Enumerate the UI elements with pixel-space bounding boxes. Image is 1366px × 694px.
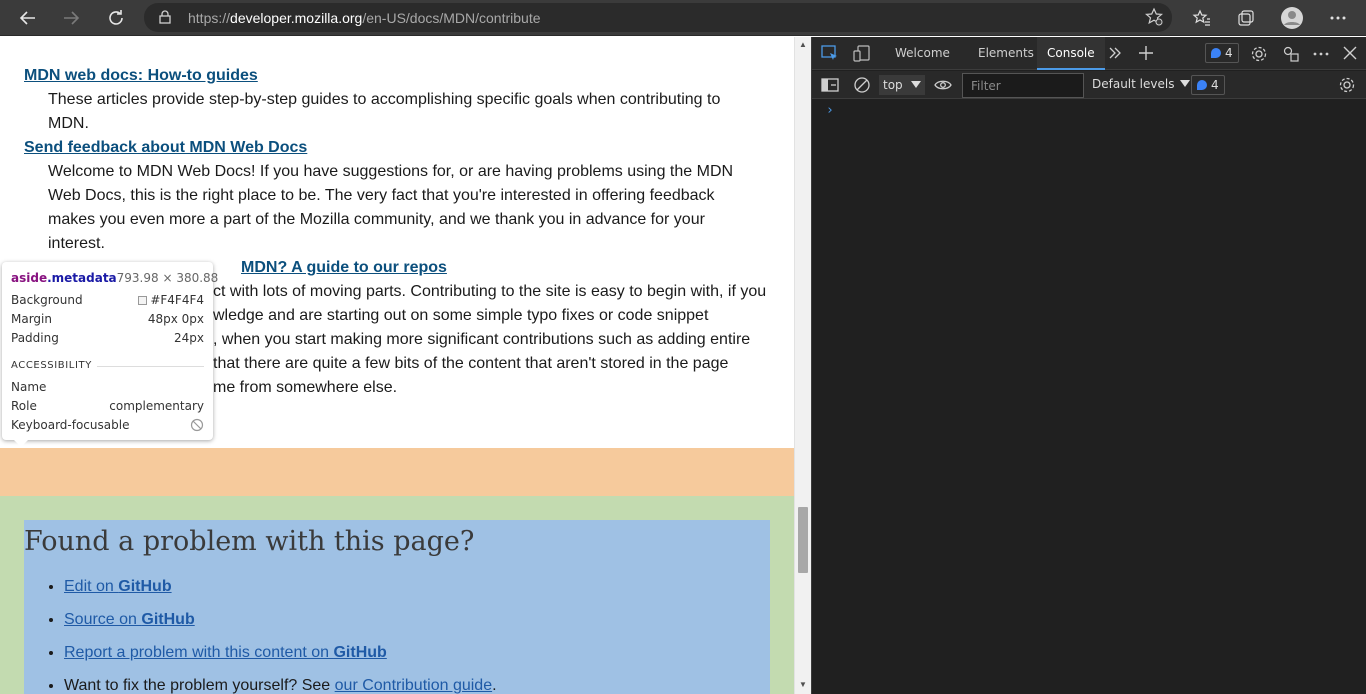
url-text: https://developer.mozilla.org/en-US/docs… <box>188 10 541 26</box>
contribution-guide-link[interactable]: our Contribution guide <box>335 677 492 694</box>
scroll-down-icon[interactable]: ▼ <box>799 680 807 689</box>
messages-badge[interactable]: 4 <box>1191 75 1225 95</box>
lock-icon <box>159 10 171 29</box>
report-problem-link[interactable]: Report a problem with this content on Gi… <box>64 644 387 661</box>
settings-gear-icon[interactable] <box>1250 45 1268 63</box>
page-scrollbar[interactable]: ▲ ▼ <box>794 37 811 694</box>
entry-desc: ct with lots of moving parts. Contributi… <box>213 283 767 396</box>
favorites-button[interactable] <box>1190 6 1214 30</box>
inspect-element-icon[interactable] <box>821 45 839 63</box>
refresh-button[interactable] <box>104 6 128 30</box>
back-button[interactable] <box>16 6 40 30</box>
address-bar[interactable]: https://developer.mozilla.org/en-US/docs… <box>144 3 1172 32</box>
collections-icon <box>1238 10 1254 26</box>
doc-entry: MDN web docs: How-to guides These articl… <box>24 67 754 136</box>
log-levels-dropdown[interactable]: Default levels <box>1092 77 1191 91</box>
margin-highlight <box>0 448 794 496</box>
console-settings-gear-icon[interactable] <box>1338 76 1356 94</box>
forward-button[interactable] <box>59 6 83 30</box>
accessibility-heading: ACCESSIBILITY <box>11 360 92 371</box>
more-horizontal-icon[interactable] <box>1312 45 1330 63</box>
list-item: Report a problem with this content on Gi… <box>64 642 497 675</box>
console-filter-input[interactable]: Filter <box>962 73 1084 98</box>
entry-link-howto[interactable]: MDN web docs: How-to guides <box>24 67 754 85</box>
source-on-github-link[interactable]: Source on GitHub <box>64 611 195 628</box>
context-select[interactable]: top <box>879 75 925 95</box>
entry-desc: Welcome to MDN Web Docs! If you have sug… <box>48 163 734 252</box>
avatar-icon <box>1281 7 1303 29</box>
tab-welcome[interactable]: Welcome <box>885 37 960 70</box>
not-focusable-icon <box>190 418 204 432</box>
element-dimensions: 793.98 × 380.88 <box>116 271 219 285</box>
settings-menu-button[interactable] <box>1326 6 1350 30</box>
list-item: Want to fix the problem yourself? See ou… <box>64 675 497 694</box>
close-icon[interactable] <box>1342 45 1358 61</box>
customize-icon[interactable] <box>1282 45 1300 63</box>
arrow-left-icon <box>19 11 35 25</box>
tab-elements[interactable]: Elements <box>968 37 1044 70</box>
favorites-icon <box>1192 9 1210 26</box>
doc-entry: Send feedback about MDN Web Docs Welcome… <box>24 139 754 256</box>
add-favorite-icon[interactable] <box>1144 7 1164 32</box>
add-tab-icon[interactable] <box>1138 45 1154 61</box>
list-item: Source on GitHub <box>64 609 497 642</box>
color-swatch <box>138 296 148 305</box>
issues-badge[interactable]: 4 <box>1205 43 1239 63</box>
entry-desc: These articles provide step-by-step guid… <box>48 91 721 132</box>
profile-button[interactable] <box>1280 6 1304 30</box>
browser-toolbar: https://developer.mozilla.org/en-US/docs… <box>0 0 1366 36</box>
console-toolbar: top Filter Default levels 4 <box>812 71 1366 99</box>
scrollbar-thumb[interactable] <box>798 507 808 573</box>
edit-on-github-link[interactable]: Edit on GitHub <box>64 578 172 595</box>
message-icon <box>1211 48 1221 58</box>
tab-console[interactable]: Console <box>1037 37 1105 70</box>
clear-console-icon[interactable] <box>853 76 871 94</box>
collections-button[interactable] <box>1234 6 1258 30</box>
more-tabs-icon[interactable] <box>1107 45 1123 61</box>
list-item: Edit on GitHub <box>64 576 497 609</box>
message-icon <box>1197 80 1207 90</box>
inspect-tooltip: aside.metadata 793.98 × 380.88 Backgroun… <box>2 262 218 447</box>
tooltip-caret <box>14 440 28 447</box>
refresh-icon <box>109 10 123 25</box>
console-prompt[interactable]: › <box>826 103 834 118</box>
entry-link-repos[interactable]: MDN? A guide to our repos <box>241 259 754 277</box>
more-horizontal-icon <box>1330 16 1346 20</box>
dropdown-arrow-icon <box>1180 80 1191 87</box>
background-value: #F4F4F4 <box>138 293 204 307</box>
divider <box>97 366 204 367</box>
entry-link-feedback[interactable]: Send feedback about MDN Web Docs <box>24 139 754 157</box>
arrow-right-icon <box>64 11 80 25</box>
dropdown-arrow-icon <box>910 81 921 88</box>
metadata-aside: Found a problem with this page? Edit on … <box>24 520 770 694</box>
live-expression-eye-icon[interactable] <box>934 76 952 94</box>
device-emulation-icon[interactable] <box>853 45 871 63</box>
selector-label: aside.metadata <box>11 271 117 285</box>
feedback-heading: Found a problem with this page? <box>24 526 475 557</box>
sidebar-toggle-icon[interactable] <box>821 76 839 94</box>
feedback-list: Edit on GitHub Source on GitHub Report a… <box>44 576 497 694</box>
scroll-up-icon[interactable]: ▲ <box>799 40 807 49</box>
devtools-tabbar: Welcome Elements Console 4 <box>812 37 1366 70</box>
devtools-panel: Welcome Elements Console 4 top Filter De… <box>811 37 1366 694</box>
